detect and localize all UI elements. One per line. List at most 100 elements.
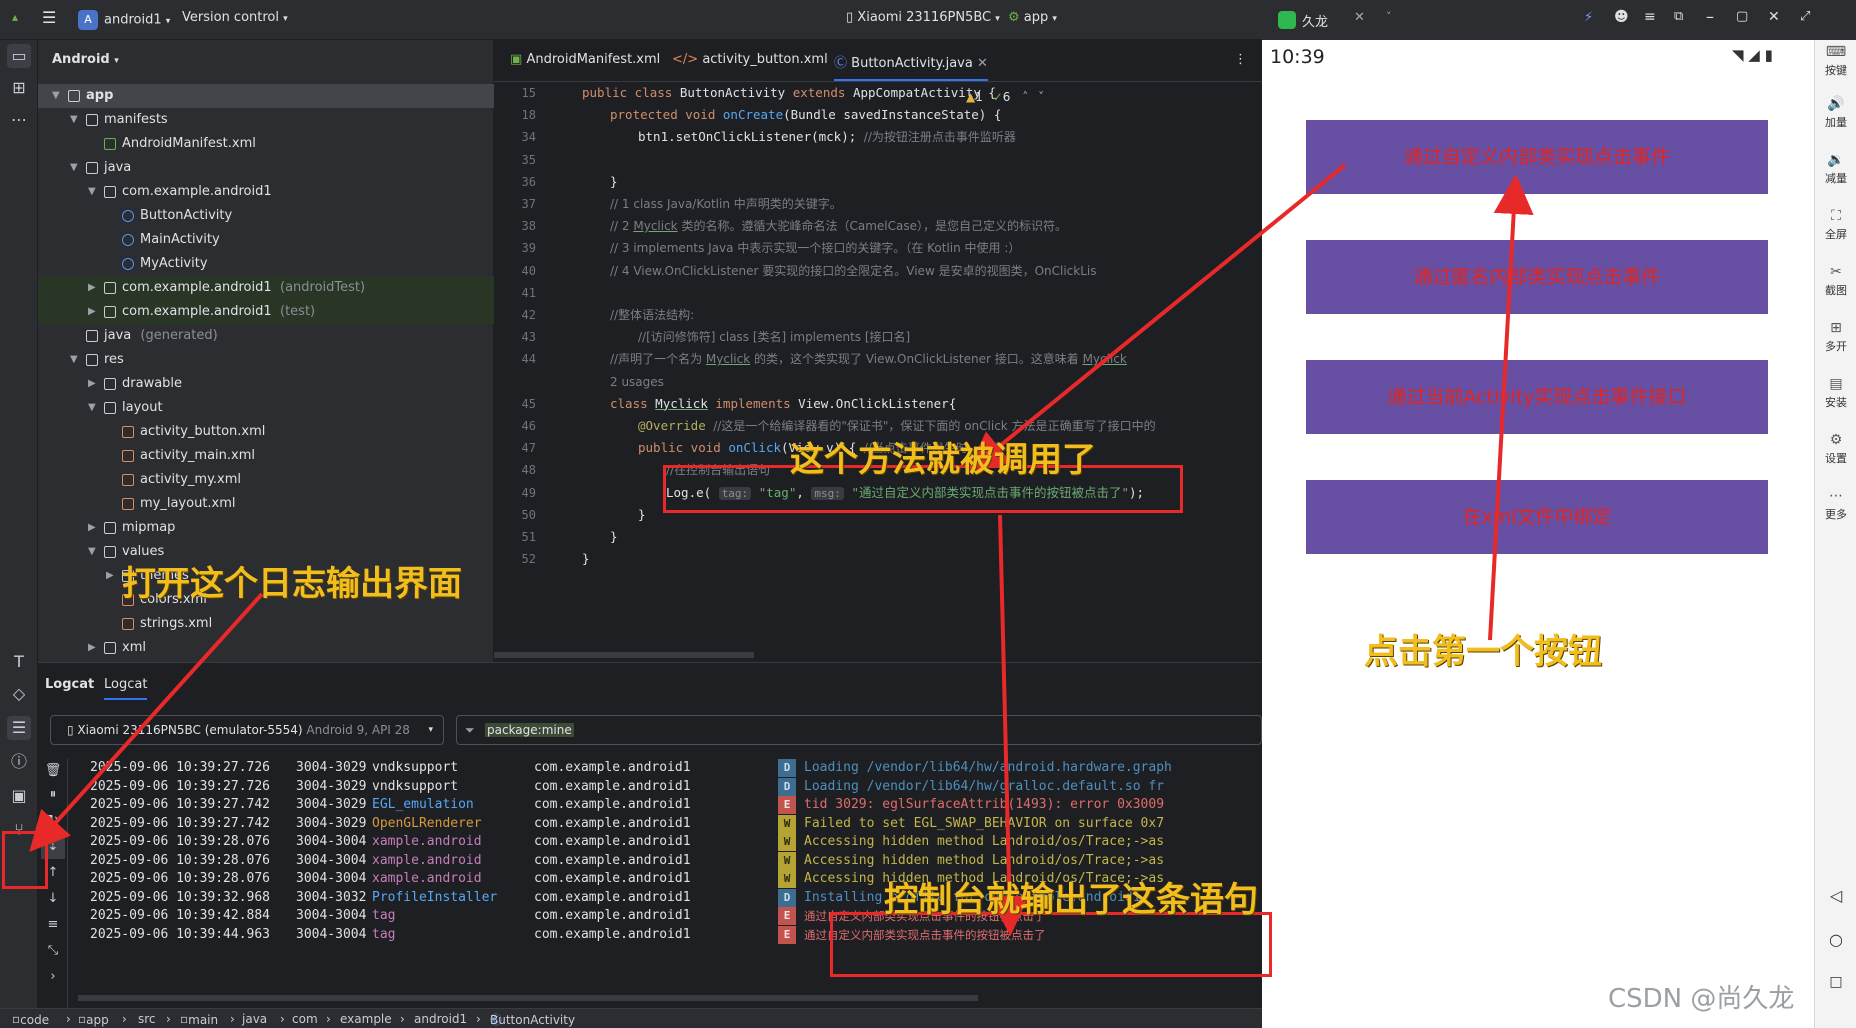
maximize-icon[interactable]: ▢ — [1736, 9, 1748, 24]
tab-androidmanifest[interactable]: ▣ AndroidManifest.xml — [510, 52, 660, 67]
restart-icon[interactable]: ↻ — [41, 809, 65, 833]
custom-inner-class-button[interactable]: 通过自定义内部类实现点击事件 — [1306, 120, 1768, 194]
chevron-up-icon[interactable]: ˄ — [1022, 90, 1028, 104]
close-window-icon[interactable]: ✕ — [1768, 9, 1780, 25]
tab-button-activity[interactable]: Ⓒ ButtonActivity.java ✕ — [834, 52, 988, 81]
chevron-down-icon[interactable]: ▼ — [88, 540, 96, 564]
lightning-icon[interactable]: ⚡ — [1584, 10, 1593, 25]
clear-log-icon[interactable]: 🗑 — [41, 759, 65, 783]
chevron-down-icon[interactable]: ˅ — [1038, 90, 1044, 104]
logcat-device-selector[interactable]: ▯ Xiaomi 23116PN5BC (emulator-5554) Andr… — [50, 715, 444, 745]
terminal-icon[interactable]: ▣ — [7, 784, 31, 808]
crumb-example[interactable]: example — [340, 1010, 392, 1028]
collapse-icon[interactable]: ⤡ — [41, 939, 65, 963]
tree-item[interactable]: ButtonActivity — [38, 204, 494, 228]
expand-icon[interactable]: ⤢ — [1800, 9, 1810, 24]
tree-item[interactable]: ▼ java — [38, 156, 494, 180]
chevron-down-icon[interactable]: ▼ — [88, 180, 96, 204]
back-icon[interactable]: ◁ — [1815, 886, 1856, 905]
chevron-down-icon[interactable]: ▼ — [52, 84, 60, 108]
recents-icon[interactable]: □ — [1815, 974, 1856, 990]
chevron-down-icon[interactable]: ▼ — [70, 348, 78, 372]
side-more[interactable]: ⋯ 更多 — [1815, 488, 1856, 522]
crumb-app[interactable]: ▫ app — [78, 1010, 109, 1028]
chevron-down-icon[interactable]: ˅ — [1386, 10, 1392, 23]
logcat-icon[interactable]: ☰ — [7, 716, 31, 740]
project-selector[interactable]: Aandroid1 ▾ — [78, 10, 170, 30]
tree-item[interactable]: activity_my.xml — [38, 468, 494, 492]
chevron-right-icon[interactable]: ▶ — [88, 516, 96, 540]
crumb-code[interactable]: ▫ code — [12, 1010, 49, 1028]
tree-item[interactable]: ▶ mipmap — [38, 516, 494, 540]
crumb-main[interactable]: ▫ main — [180, 1010, 218, 1028]
close-emulator-tab-icon[interactable]: ✕ — [1354, 10, 1365, 25]
activity-interface-button[interactable]: 通过当前Activity实现点击事件接口 — [1306, 360, 1768, 434]
logcat-filter-input[interactable]: ⏷ package:mine — [456, 715, 1262, 745]
log-horizontal-scrollbar[interactable] — [78, 995, 978, 1001]
close-tab-icon[interactable]: ✕ — [977, 56, 988, 71]
tree-item[interactable]: AndroidManifest.xml — [38, 132, 494, 156]
xml-bind-button[interactable]: 在xml文件中绑定 — [1306, 480, 1768, 554]
tree-item[interactable]: java (generated) — [38, 324, 494, 348]
soft-wrap-icon[interactable]: ≡ — [41, 913, 65, 937]
home-icon[interactable]: ○ — [1815, 930, 1856, 949]
gem-icon[interactable]: ◇ — [7, 682, 31, 706]
run-config-selector[interactable]: ⚙ app ▾ — [1008, 10, 1057, 25]
tree-item[interactable]: my_layout.xml — [38, 492, 494, 516]
version-control-menu[interactable]: Version control ▾ — [182, 10, 288, 25]
side-settings[interactable]: ⚙ 设置 — [1815, 432, 1856, 466]
device-selector[interactable]: ▯ Xiaomi 23116PN5BC ▾ — [846, 10, 1000, 25]
project-folder-icon[interactable]: ▭ — [7, 44, 31, 68]
tree-item[interactable]: ▶ drawable — [38, 372, 494, 396]
minimize-icon[interactable]: – — [1706, 7, 1714, 26]
tree-item[interactable]: MyActivity — [38, 252, 494, 276]
tree-item[interactable]: ▼ layout — [38, 396, 494, 420]
tree-item[interactable]: ▼ manifests — [38, 108, 494, 132]
horizontal-scrollbar[interactable] — [494, 652, 754, 658]
pause-icon[interactable]: ⏸ — [41, 783, 65, 807]
more-tools-icon[interactable]: ⋯ — [7, 108, 31, 132]
tree-item[interactable]: ▶ com.example.android1 (test) — [38, 300, 494, 324]
side-volume-up[interactable]: 🔊 加量 — [1815, 96, 1856, 130]
code-editor[interactable]: 15 public class ButtonActivity extends Ap… — [494, 82, 1262, 662]
expand-more-icon[interactable]: › — [41, 965, 65, 989]
chevron-down-icon[interactable]: ▼ — [70, 156, 78, 180]
tree-item[interactable]: ▼ res — [38, 348, 494, 372]
side-install[interactable]: ▤ 安装 — [1815, 376, 1856, 410]
tree-item[interactable]: MainActivity — [38, 228, 494, 252]
chevron-right-icon[interactable]: ▶ — [88, 636, 96, 660]
tree-item[interactable]: activity_button.xml — [38, 420, 494, 444]
chevron-down-icon[interactable]: ▼ — [70, 108, 78, 132]
popout-icon[interactable]: ⧉ — [1674, 9, 1683, 24]
structure-icon[interactable]: ⊞ — [7, 76, 31, 100]
anonymous-class-button[interactable]: 通过匿名内部类实现点击事件 — [1306, 240, 1768, 314]
crumb-src[interactable]: src — [138, 1010, 156, 1028]
chevron-down-icon[interactable]: ▼ — [88, 396, 96, 420]
side-volume-down[interactable]: 🔉 减量 — [1815, 152, 1856, 186]
tree-item[interactable]: activity_main.xml — [38, 444, 494, 468]
side-screenshot[interactable]: ✂ 截图 — [1815, 264, 1856, 298]
tree-item[interactable]: ▼ app — [38, 84, 494, 108]
tab-activity-button[interactable]: </> activity_button.xml — [672, 52, 828, 67]
chevron-right-icon[interactable]: ▶ — [88, 300, 96, 324]
problems-icon[interactable]: ⓘ — [7, 750, 31, 774]
crumb-com[interactable]: com — [292, 1010, 318, 1028]
side-multi[interactable]: ⊞ 多开 — [1815, 320, 1856, 354]
chevron-right-icon[interactable]: ▶ — [88, 276, 96, 300]
arrow-down-icon[interactable]: ↓ — [41, 887, 65, 911]
project-view-selector[interactable]: Android ▾ — [52, 52, 119, 67]
logcat-tab[interactable]: Logcat — [104, 677, 148, 700]
tab-options-icon[interactable]: ⋮ — [1234, 52, 1247, 67]
crumb-android1[interactable]: android1 — [414, 1010, 467, 1028]
tree-item[interactable]: ▼ com.example.android1 — [38, 180, 494, 204]
menu-icon[interactable]: ≡ — [1644, 9, 1656, 25]
main-menu-icon[interactable]: ☰ — [42, 8, 56, 27]
build-hammer-icon[interactable]: T — [7, 650, 31, 674]
tree-item[interactable]: strings.xml — [38, 612, 494, 636]
chevron-right-icon[interactable]: ▶ — [106, 564, 114, 588]
tree-item[interactable]: ▶ com.example.android1 (androidTest) — [38, 276, 494, 300]
tree-item[interactable]: ▶ xml — [38, 636, 494, 660]
side-fullscreen[interactable]: ⛶ 全屏 — [1815, 208, 1856, 242]
user-icon[interactable]: ☻ — [1614, 9, 1629, 25]
crumb-java[interactable]: java — [242, 1010, 267, 1028]
